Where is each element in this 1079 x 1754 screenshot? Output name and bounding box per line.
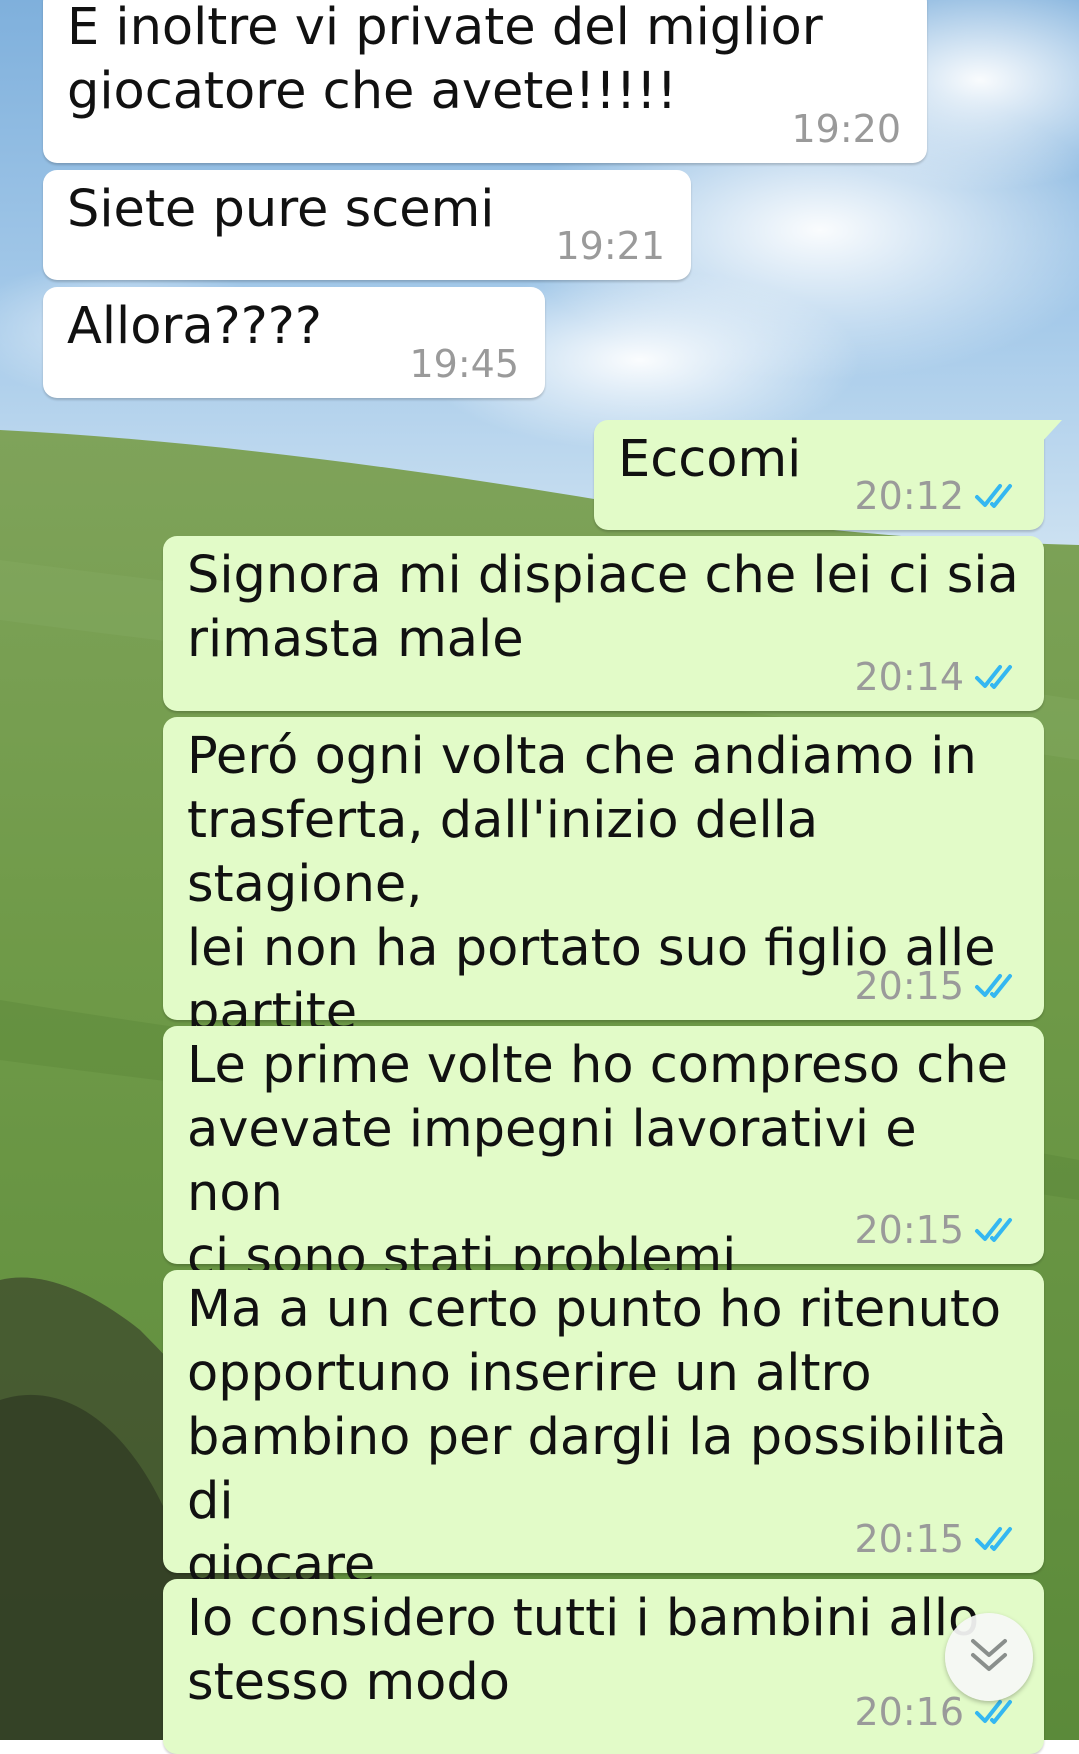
message-meta: 19:21: [555, 226, 665, 266]
message-meta: 19:45: [409, 344, 519, 384]
outgoing-message[interactable]: Io considero tutti i bambini allo stesso…: [163, 1579, 1044, 1754]
double-check-icon: [974, 1216, 1022, 1244]
incoming-message[interactable]: Siete pure scemi 19:21: [43, 170, 691, 280]
message-text: E inoltre vi private del miglior giocato…: [67, 0, 823, 121]
incoming-message[interactable]: Allora???? 19:45: [43, 287, 545, 398]
message-meta: 20:12: [854, 476, 1022, 516]
message-time: 20:15: [854, 1208, 964, 1252]
outgoing-message[interactable]: Ma a un certo punto ho ritenuto opportun…: [163, 1270, 1044, 1595]
outgoing-message[interactable]: Le prime volte ho compreso che avevate i…: [163, 1026, 1044, 1287]
message-time: 20:15: [854, 964, 964, 1008]
double-check-icon: [974, 1525, 1022, 1553]
scroll-to-bottom-button[interactable]: [945, 1613, 1033, 1701]
message-meta: 20:15: [854, 1210, 1022, 1250]
message-meta: 19:20: [791, 109, 901, 149]
message-time: 19:20: [791, 107, 901, 151]
message-text: Signora mi dispiace che lei ci sia rimas…: [187, 546, 1019, 669]
message-time: 19:45: [409, 342, 519, 386]
outgoing-message[interactable]: Signora mi dispiace che lei ci sia rimas…: [163, 536, 1044, 711]
double-chevron-down-icon: [967, 1635, 1011, 1679]
message-meta: 20:15: [854, 966, 1022, 1006]
message-time: 20:14: [854, 655, 964, 699]
message-meta: 20:14: [854, 657, 1022, 697]
outgoing-message[interactable]: Peró ogni volta che andiamo in trasferta…: [163, 717, 1044, 1042]
double-check-icon: [974, 972, 1022, 1000]
message-time: 20:12: [854, 474, 964, 518]
bubble-tail: [1040, 420, 1062, 444]
message-time: 20:15: [854, 1517, 964, 1561]
incoming-message[interactable]: E inoltre vi private del miglior giocato…: [43, 0, 927, 163]
double-check-icon: [974, 663, 1022, 691]
message-meta: 20:15: [854, 1519, 1022, 1559]
message-time: 19:21: [555, 224, 665, 268]
outgoing-message[interactable]: Eccomi 20:12: [594, 420, 1062, 530]
double-check-icon: [974, 1698, 1022, 1726]
double-check-icon: [974, 482, 1022, 510]
message-time: 20:16: [854, 1690, 964, 1734]
